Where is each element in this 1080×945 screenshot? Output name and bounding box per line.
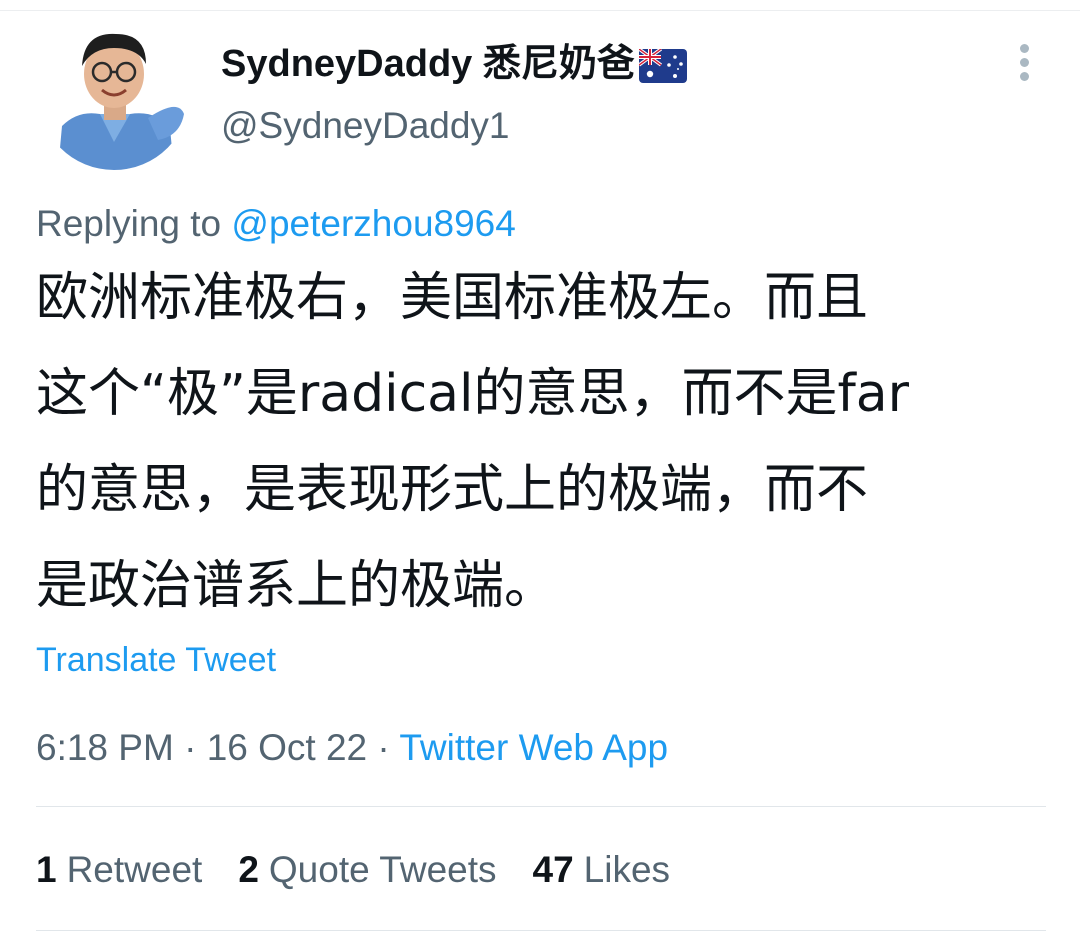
display-name-text: SydneyDaddy 悉尼奶爸 bbox=[221, 43, 635, 85]
meta-separator: · bbox=[377, 727, 390, 768]
tweet-time[interactable]: 6:18 PM bbox=[36, 727, 174, 768]
retweets-stat[interactable]: 1 Retweet bbox=[36, 846, 202, 894]
tweet-text: 欧洲标准极右，美国标准极左。而且 这个“极”是radical的意思，而不是far… bbox=[36, 268, 910, 616]
translate-tweet-link[interactable]: Translate Tweet bbox=[36, 638, 276, 682]
australia-flag-icon bbox=[637, 47, 687, 83]
replying-to: Replying to @peterzhou8964 bbox=[36, 200, 516, 248]
tweet-meta: 6:18 PM · 16 Oct 22 · Twitter Web App bbox=[36, 724, 668, 772]
quote-count: 2 bbox=[238, 849, 259, 890]
meta-separator: · bbox=[184, 727, 197, 768]
menu-dot bbox=[1019, 57, 1029, 67]
menu-dot bbox=[1019, 71, 1029, 81]
quote-tweets-stat[interactable]: 2 Quote Tweets bbox=[238, 846, 496, 894]
avatar-image bbox=[38, 18, 190, 170]
author-avatar[interactable] bbox=[38, 18, 190, 170]
tweet-date[interactable]: 16 Oct 22 bbox=[207, 727, 367, 768]
author-handle[interactable]: @SydneyDaddy1 bbox=[221, 102, 510, 150]
replying-to-prefix: Replying to bbox=[36, 203, 222, 244]
top-divider bbox=[0, 10, 1080, 11]
likes-stat[interactable]: 47 Likes bbox=[533, 846, 671, 894]
more-options-icon[interactable] bbox=[1004, 40, 1044, 84]
quote-label: Quote Tweets bbox=[268, 849, 497, 890]
menu-dot bbox=[1019, 43, 1029, 53]
reply-target-link[interactable]: @peterzhou8964 bbox=[231, 203, 515, 244]
divider bbox=[36, 806, 1046, 807]
author-display-name[interactable]: SydneyDaddy 悉尼奶爸 bbox=[221, 40, 687, 88]
like-label: Likes bbox=[583, 849, 671, 890]
tweet-source-link[interactable]: Twitter Web App bbox=[399, 727, 668, 768]
engagement-stats: 1 Retweet 2 Quote Tweets 47 Likes bbox=[36, 846, 706, 894]
retweet-count: 1 bbox=[36, 849, 57, 890]
retweet-label: Retweet bbox=[66, 849, 203, 890]
like-count: 47 bbox=[532, 849, 574, 890]
divider bbox=[36, 930, 1046, 931]
